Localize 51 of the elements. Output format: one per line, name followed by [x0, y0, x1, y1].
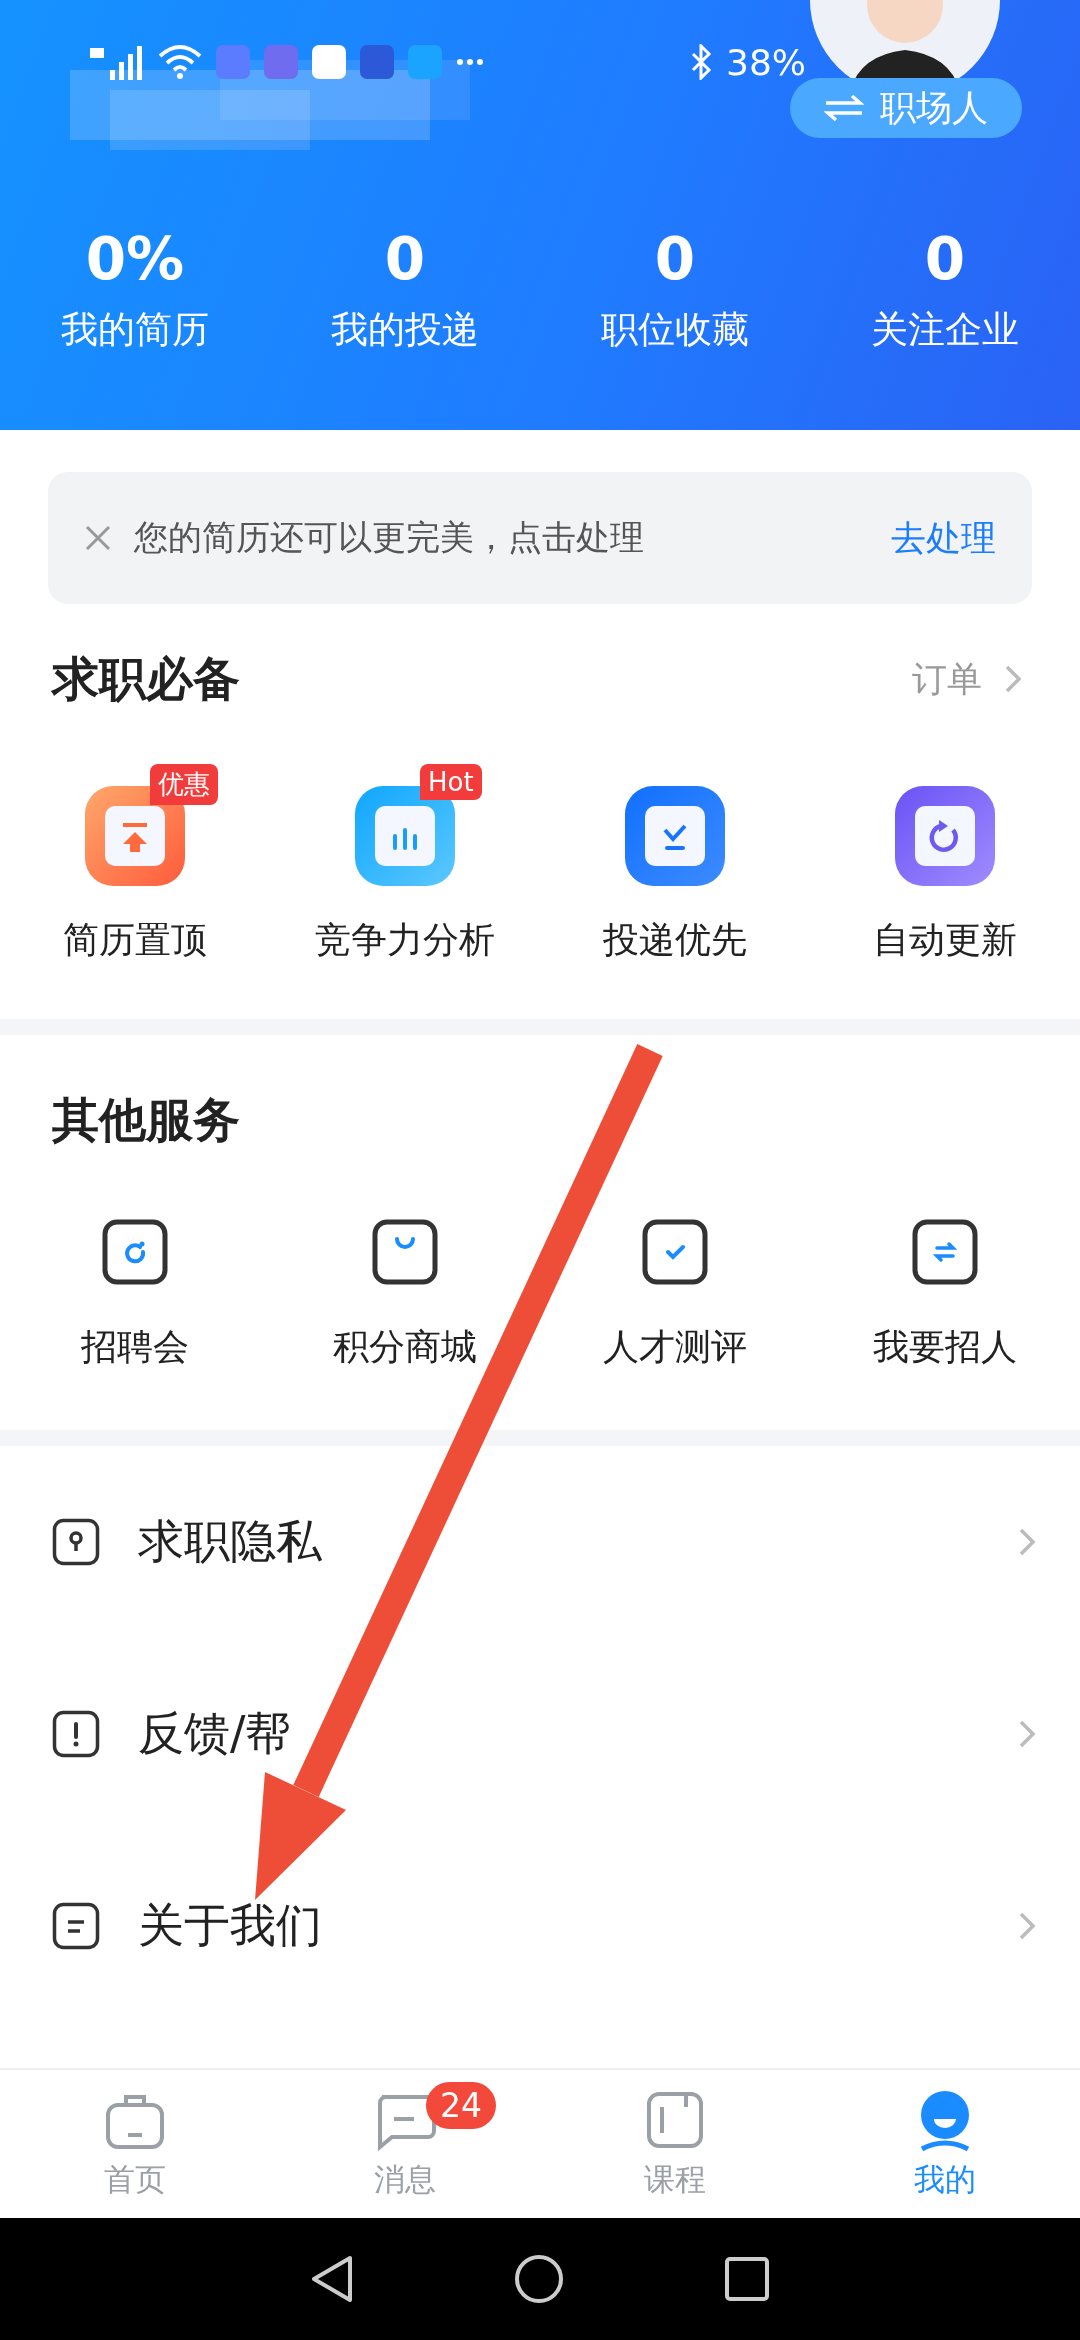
hire-icon [912, 1219, 978, 1285]
app-notification-icon [216, 45, 250, 79]
service-item[interactable]: Hot 竞争力分析 [270, 764, 540, 965]
chevron-right-icon [1004, 664, 1022, 694]
stat-label[interactable]: 职位收藏 [601, 305, 749, 355]
menu-row[interactable]: 反馈/帮 [0, 1638, 1080, 1830]
swap-icon [824, 93, 864, 123]
unread-count: 24 [426, 2082, 496, 2129]
fair-icon [102, 1219, 168, 1285]
stat-value: 0% [85, 225, 185, 293]
home-icon[interactable] [514, 2254, 564, 2304]
service-item[interactable]: 投递优先 [540, 764, 810, 965]
service-item[interactable]: 我要招人 [810, 1219, 1080, 1372]
stat-value: 0 [654, 225, 696, 293]
chevron-right-icon [1018, 1719, 1036, 1749]
deliver-app-icon [625, 786, 725, 886]
chevron-right-icon [1018, 1911, 1036, 1941]
exclamation-icon [52, 1710, 100, 1758]
stat-label[interactable]: 关注企业 [871, 305, 1019, 355]
wifi-icon [158, 44, 202, 80]
app-notification-icon [312, 45, 346, 79]
chevron-right-icon [1018, 1527, 1036, 1557]
service-item[interactable]: 优惠 简历置顶 [0, 764, 270, 965]
keyhole-icon [52, 1518, 100, 1566]
app-notification-icon [408, 45, 442, 79]
menu-row[interactable]: 求职隐私 [0, 1446, 1080, 1638]
book-icon [644, 2089, 706, 2151]
service-item[interactable]: 人才测评 [540, 1219, 810, 1372]
refresh-app-icon [895, 786, 995, 886]
section-title: 其他服务 [52, 1090, 241, 1149]
document-icon [52, 1902, 100, 1950]
service-item[interactable]: 积分商城 [270, 1219, 540, 1372]
section-title: 求职必备 [52, 649, 241, 708]
promo-tag: 优惠 [150, 764, 218, 805]
app-notification-icon [360, 45, 394, 79]
promo-tag: Hot [420, 764, 482, 800]
back-icon[interactable] [310, 2254, 354, 2304]
app-notification-icon [264, 45, 298, 79]
recents-icon[interactable] [724, 2256, 770, 2302]
stat-value: 0 [384, 225, 426, 293]
more-icon [456, 58, 484, 66]
close-icon[interactable] [84, 524, 112, 552]
stat-label[interactable]: 我的投递 [331, 305, 479, 355]
stat-value: 0 [924, 225, 966, 293]
service-item[interactable]: 招聘会 [0, 1219, 270, 1372]
service-item[interactable]: 自动更新 [810, 764, 1080, 965]
bluetooth-icon [690, 44, 712, 80]
notice-text: 您的简历还可以更完美，点击处理 [134, 516, 645, 559]
test-icon [642, 1219, 708, 1285]
menu-row[interactable]: 关于我们 [0, 1830, 1080, 2022]
mall-icon [372, 1219, 438, 1285]
